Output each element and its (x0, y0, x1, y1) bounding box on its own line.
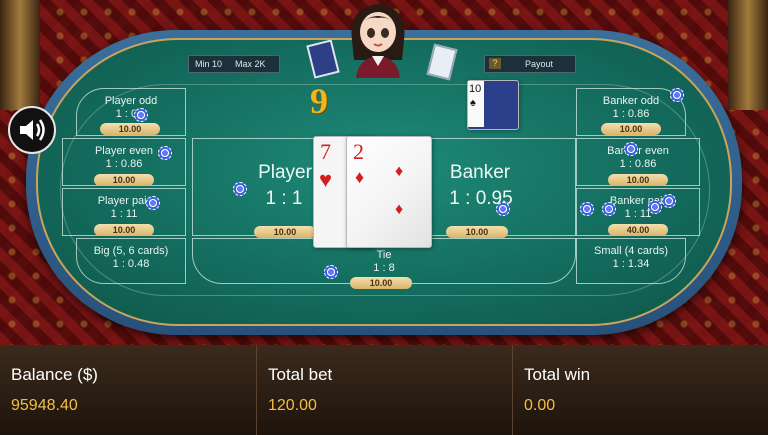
preview-card-rank: 10 (469, 83, 482, 95)
payout-button[interactable]: ? Payout (484, 55, 576, 73)
player-odds: 1 : 1 (265, 188, 303, 209)
max-limit: Max 2K (235, 59, 266, 69)
bet-title: Player pair (97, 195, 151, 207)
tie-label: Tie (376, 249, 392, 261)
chip (134, 108, 148, 122)
bet-title: Banker even (607, 145, 669, 157)
card-rank: 2 (353, 139, 364, 164)
bet-odds: 1 : 0.48 (112, 258, 150, 270)
speaker-icon (20, 119, 45, 141)
bet-limits: Min 10 Max 2K (188, 55, 280, 73)
bet-amount-banker-odd: 10.00 (601, 123, 661, 135)
total-win-label: Total win (524, 365, 591, 384)
bet-odds: 1 : 0.86 (612, 108, 650, 120)
chip (670, 88, 684, 102)
bet-area-big[interactable]: Big (5, 6 cards) 1 : 0.48 (76, 238, 186, 284)
bet-amount-player-pair: 10.00 (94, 224, 154, 236)
total-bet-value: 120.00 (268, 397, 317, 414)
bet-title: Big (5, 6 cards) (93, 245, 169, 257)
right-pillar (728, 0, 768, 110)
bet-amount-banker: 10.00 (446, 226, 508, 238)
bet-amount-banker-pair: 40.00 (608, 224, 668, 236)
bet-odds: 1 : 0.86 (105, 158, 143, 170)
bet-amount-player-even: 10.00 (94, 174, 154, 186)
banker-label: Banker (449, 162, 511, 183)
bet-odds: 1 : 11 (110, 208, 138, 220)
player-label: Player (258, 162, 312, 183)
bet-odds: 1 : 0.9 (115, 108, 147, 120)
balance-panel: Balance ($) 95948.40 (0, 345, 256, 435)
balance-value: 95948.40 (11, 397, 78, 414)
diamond-icon: ♦ (355, 167, 365, 187)
chip (662, 194, 676, 208)
chip (624, 142, 638, 156)
bet-amount-banker-even: 10.00 (608, 174, 668, 186)
bet-odds: 1 : 0.86 (619, 158, 657, 170)
dealer-avatar (351, 4, 405, 78)
left-pillar (0, 0, 40, 110)
payout-label: Payout (525, 59, 554, 69)
chip (146, 196, 160, 210)
chip (648, 200, 662, 214)
balance-label: Balance ($) (11, 365, 98, 384)
bet-area-small[interactable]: Small (4 cards) 1 : 1.34 (576, 238, 686, 284)
hand-score: 9 (310, 81, 328, 121)
heart-icon: ♥ (319, 167, 333, 192)
bet-odds: 1 : 1.34 (612, 258, 650, 270)
total-win-value: 0.00 (524, 397, 556, 414)
banker-odds: 1 : 0.95 (449, 188, 513, 209)
total-bet-panel: Total bet 120.00 (256, 345, 512, 435)
bet-amount-tie: 10.00 (350, 277, 412, 289)
banker-card: 2 ♦ ♦ ♦ (346, 136, 432, 248)
bet-title: Banker pair (609, 195, 667, 207)
tie-odds: 1 : 8 (373, 262, 395, 274)
sound-toggle-button[interactable] (8, 106, 56, 154)
total-bet-label: Total bet (268, 365, 333, 384)
dealt-card-preview: 10 ♠ (467, 80, 519, 130)
min-limit: Min 10 (195, 59, 223, 69)
question-mark-icon: ? (489, 58, 501, 69)
spade-icon: ♠ (470, 97, 476, 109)
chip (580, 202, 594, 216)
chip (158, 146, 172, 160)
chip (233, 182, 247, 196)
chip (324, 265, 338, 279)
total-win-panel: Total win 0.00 (512, 345, 768, 435)
card-rank: 7 (320, 139, 331, 164)
bet-odds: 1 : 11 (624, 208, 652, 220)
bet-title: Player odd (104, 95, 158, 107)
chip (496, 202, 510, 216)
bet-title: Banker odd (602, 95, 660, 107)
bet-amount-player: 10.00 (254, 226, 316, 238)
diamond-icon: ♦ (395, 201, 404, 218)
bet-title: Small (4 cards) (594, 245, 668, 257)
footer-bar: Balance ($) 95948.40 Total bet 120.00 To… (0, 345, 768, 435)
bet-amount-player-odd: 10.00 (100, 123, 160, 135)
diamond-icon: ♦ (395, 163, 404, 180)
chip (602, 202, 616, 216)
